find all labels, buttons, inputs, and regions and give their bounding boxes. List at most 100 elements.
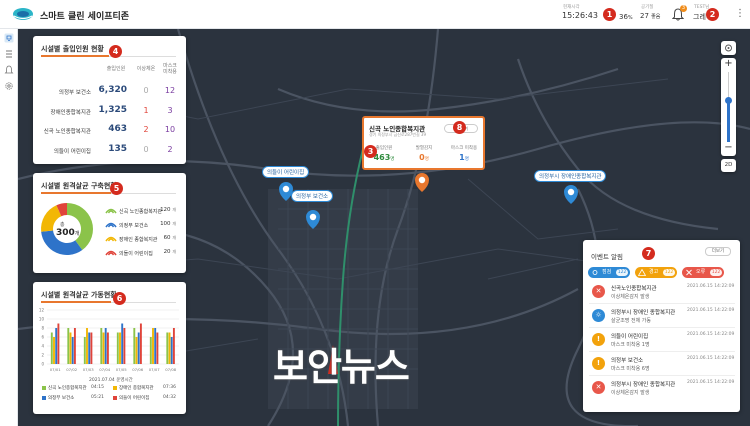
legend-time: 04:32 — [163, 395, 176, 400]
legend-value: 20 개 — [163, 249, 176, 255]
chart-title: 시설별 원격살균 가동현황 — [41, 291, 117, 299]
annotation-marker-2: 2 — [706, 8, 719, 21]
event-item[interactable]: ! 의정부 보건소 2021.06.15 14:22:09 마스크 미착용 6명 — [589, 352, 735, 376]
bar-3-2 — [104, 328, 107, 364]
zoom-in-button[interactable]: + — [721, 59, 736, 69]
bar-0-2 — [55, 328, 58, 364]
legend-time: 04:15 — [91, 385, 104, 390]
sun-icon: ☼ — [592, 309, 605, 322]
filter-chip-check[interactable]: 점검 122 — [588, 267, 630, 278]
bar-4-0 — [116, 332, 119, 364]
app-logo-icon — [13, 8, 33, 20]
legend-label: 의정부 보건소 — [119, 223, 149, 229]
fever-value: 2 — [143, 125, 149, 134]
legend-label: 의정부 보건소 — [48, 396, 75, 401]
bar-7-1 — [168, 332, 171, 364]
wifi-icon — [105, 222, 117, 228]
bar-1-2 — [71, 337, 74, 364]
x-tick-label: 07/05 — [116, 367, 128, 372]
donut-total: 300개 — [56, 228, 80, 238]
wifi-icon — [105, 236, 117, 242]
legend-swatch — [42, 386, 46, 390]
y-tick-label: 0 — [41, 362, 44, 367]
x-tick-label: 07/03 — [83, 367, 95, 372]
bar-7-2 — [170, 337, 173, 364]
x-tick-label: 07/02 — [66, 367, 78, 372]
app-title: 스마트 클린 세이프티존 — [40, 12, 130, 22]
filter-chip-warning[interactable]: 경고 122 — [635, 267, 677, 278]
y-tick-label: 4 — [41, 344, 44, 349]
bar-6-3 — [156, 332, 159, 364]
monitor-icon[interactable] — [4, 33, 14, 43]
legend-value: 60 개 — [163, 235, 176, 241]
bar-0-1 — [53, 337, 55, 364]
bar-5-1 — [135, 337, 138, 364]
fever-value: 0 — [143, 145, 149, 154]
list-icon[interactable] — [4, 49, 14, 59]
pin-label-health-center[interactable]: 의정부 보건소 — [291, 190, 334, 202]
panel-title: 시설별 출입인원 현황 — [41, 45, 104, 53]
popup-address: 경기 의정부시 금신로287번길 39 — [369, 132, 427, 137]
filter-chip-error[interactable]: 오류 122 — [682, 267, 724, 278]
legend-time: 07:36 — [163, 385, 176, 390]
event-more-button[interactable]: 더보기 — [705, 247, 731, 256]
bar-5-0 — [133, 328, 136, 364]
y-tick-label: 8 — [41, 326, 44, 331]
legend-time: 05:21 — [91, 395, 104, 400]
air-quality-label: 공기질 — [641, 5, 654, 10]
operation-bar-chart: 0 2 4 6 8 10 12 07/01 07/02 07/03 07/04 07/05 07/06 0… — [39, 308, 179, 372]
view-mode-toggle[interactable]: 2D — [721, 159, 736, 172]
event-desc: 마스크 미착용 1명 — [611, 342, 650, 348]
legend-label: 의들이 어린이집 — [119, 396, 150, 401]
annotation-marker-4: 4 — [109, 45, 122, 58]
wifi-icon — [105, 208, 117, 214]
event-item[interactable]: ✕ 의정부시 장애인 종합복지관 2021.06.15 14:22:09 이상체… — [589, 376, 735, 400]
zoom-slider-thumb[interactable] — [725, 96, 732, 104]
locate-button[interactable] — [721, 41, 736, 55]
bar-2-0 — [83, 337, 86, 364]
event-item[interactable]: ☼ 의정부시 장애인 종합복지관 2021.06.15 14:22:09 살균조… — [589, 304, 735, 328]
bar-7-0 — [166, 332, 169, 364]
event-facility: 의정부 보건소 — [611, 358, 644, 364]
legend-label: 신곡 노인종합복지관 — [48, 386, 87, 391]
popup-stat-mask: 1명 — [459, 153, 469, 162]
bar-6-1 — [152, 328, 154, 364]
bar-7-3 — [172, 328, 175, 364]
more-menu-icon[interactable]: ⋮ — [735, 9, 745, 19]
event-panel-title: 이벤트 알림 — [591, 253, 623, 261]
event-date: 2021.06.15 14:22:09 — [687, 332, 735, 337]
warning-icon: ! — [592, 357, 605, 370]
x-tick-label: 07/06 — [132, 367, 144, 372]
donut-total-label: 총 — [60, 222, 65, 228]
y-tick-label: 6 — [41, 335, 44, 340]
bar-3-3 — [106, 332, 109, 364]
event-desc: 살균조명 전체 가동 — [611, 318, 651, 324]
entries-value: 463 — [108, 124, 127, 134]
legend-swatch — [42, 396, 46, 400]
watermark: 보안뉴스 — [273, 345, 410, 389]
annotation-marker-6: 6 — [113, 292, 126, 305]
notification-badge: 3 — [680, 5, 687, 12]
error-icon: ✕ — [592, 285, 605, 298]
annotation-marker-7: 7 — [642, 247, 655, 260]
time-label: 현재시각 — [563, 5, 580, 10]
event-desc: 이상체온감지 발생 — [611, 390, 650, 396]
facility-name: 장애인종합복지관 — [50, 110, 91, 116]
error-icon: ✕ — [592, 381, 605, 394]
event-facility: 신곡노인종합복지관 — [611, 286, 657, 292]
event-item[interactable]: ! 의들이 어린이집 2021.06.15 14:22:09 마스크 미착용 1… — [589, 328, 735, 352]
bar-0-0 — [50, 332, 53, 364]
pin-label-welfare-center[interactable]: 의정부시 장애인종합복지관 — [534, 170, 607, 182]
zoom-level-fill — [727, 100, 730, 142]
event-item[interactable]: ✕ 신곡노인종합복지관 2021.06.15 14:22:09 이상체온감지 발… — [589, 280, 735, 304]
popup-stat-label: 발열감지 — [415, 146, 433, 151]
event-desc: 마스크 미착용 6명 — [611, 366, 650, 372]
facility-popup: 신곡 노인종합복지관 경기 의정부시 금신로287번길 39 상세보기 출입인원… — [362, 116, 485, 170]
bar-1-1 — [69, 332, 72, 364]
pin-label-daycare[interactable]: 의들이 어린이집 — [262, 166, 310, 178]
legend-label: 의들이 어린이집 — [119, 251, 153, 257]
zoom-out-button[interactable]: − — [721, 143, 736, 153]
bell-side-icon[interactable] — [4, 65, 14, 75]
bar-0-3 — [57, 323, 60, 364]
event-facility: 의정부시 장애인 종합복지관 — [611, 310, 676, 316]
